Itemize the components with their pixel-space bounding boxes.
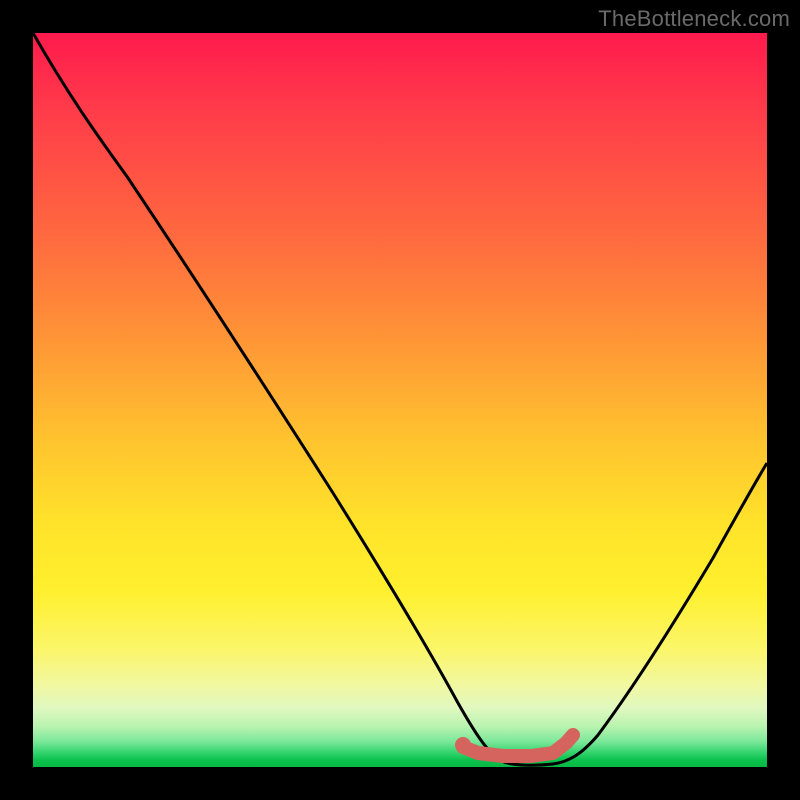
optimal-start-dot: [455, 737, 471, 753]
curve-layer: [33, 33, 767, 767]
bottleneck-curve: [33, 33, 767, 765]
chart-frame: TheBottleneck.com: [0, 0, 800, 800]
plot-area: [33, 33, 767, 767]
watermark-text: TheBottleneck.com: [598, 6, 790, 32]
